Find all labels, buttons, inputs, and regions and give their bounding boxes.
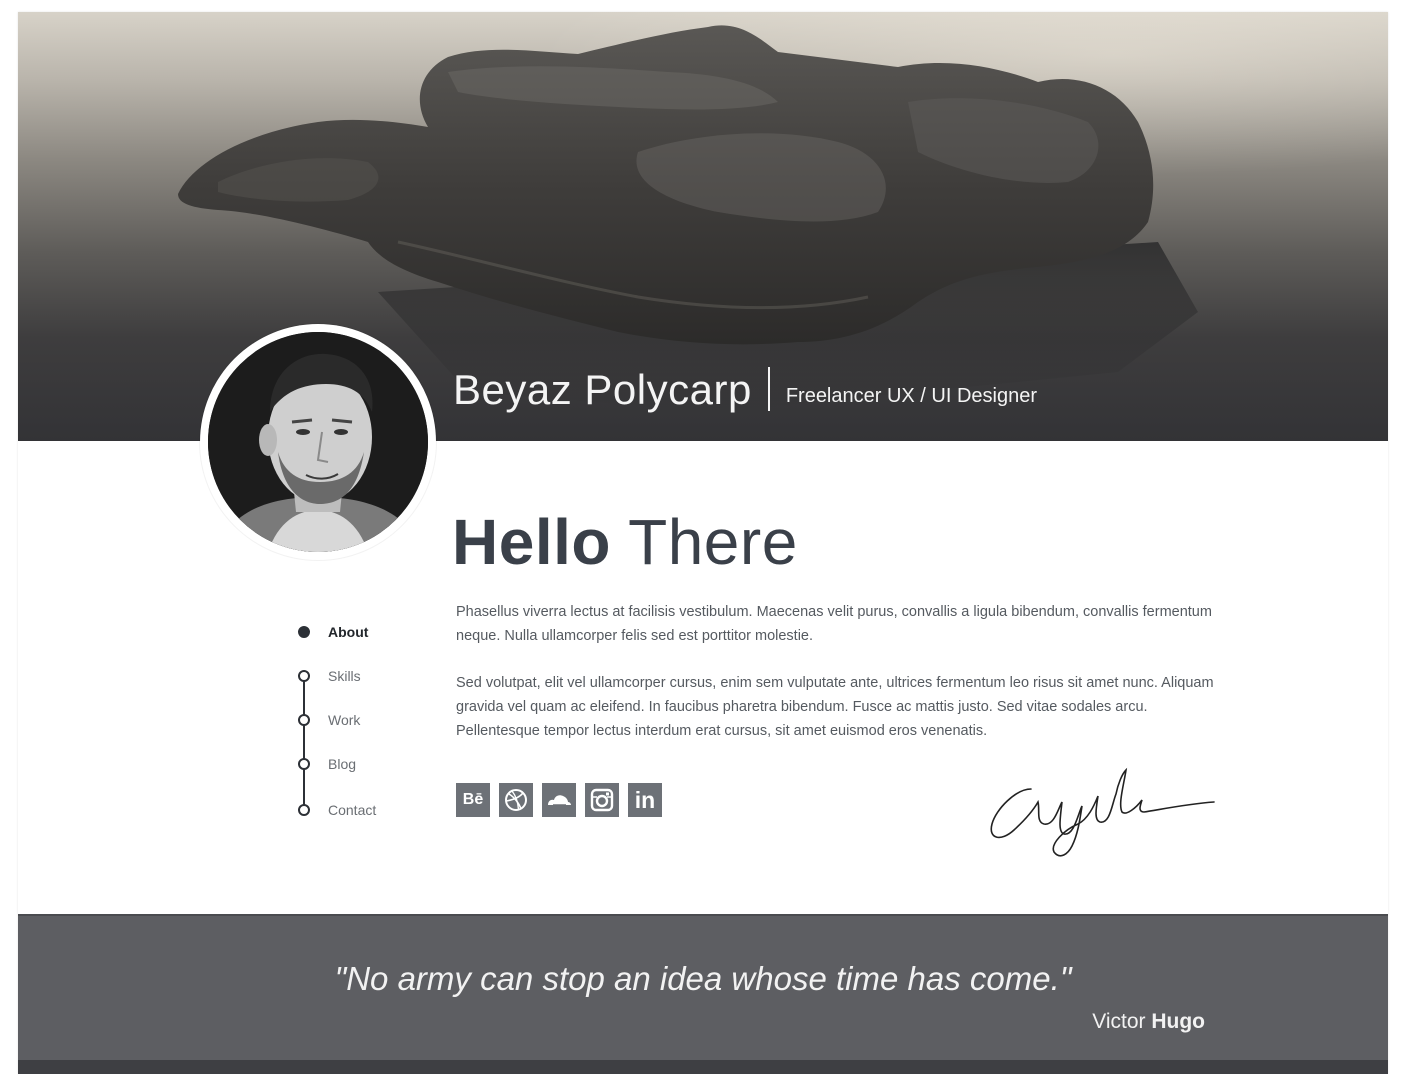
quote-author: Victor Hugo bbox=[1092, 1010, 1205, 1034]
quote-author-last: Hugo bbox=[1151, 1010, 1205, 1033]
nav-label: Skills bbox=[328, 668, 361, 684]
instagram-button[interactable] bbox=[585, 783, 619, 817]
quote-section: "No army can stop an idea whose time has… bbox=[18, 914, 1388, 1064]
nav-item-contact[interactable]: Contact bbox=[294, 800, 376, 820]
footer-band bbox=[18, 1060, 1388, 1074]
profile-name: Beyaz Polycarp bbox=[453, 366, 752, 413]
nav-dot-active-icon bbox=[298, 626, 310, 638]
nav-item-skills[interactable]: Skills bbox=[294, 666, 361, 686]
avatar bbox=[200, 324, 436, 560]
section-nav: About Skills Work Blog Contact bbox=[294, 622, 434, 832]
avatar-photo bbox=[208, 332, 428, 552]
greeting-heading: Hello There bbox=[452, 510, 798, 574]
greeting-strong: Hello bbox=[452, 506, 611, 578]
name-divider bbox=[767, 367, 770, 411]
nav-label: Blog bbox=[328, 756, 357, 772]
bio-paragraph: Sed volutpat, elit vel ullamcorper cursu… bbox=[456, 675, 1214, 739]
profile-role: Freelancer UX / UI Designer bbox=[785, 385, 1038, 407]
nav-label: Contact bbox=[328, 802, 377, 818]
portrait-image bbox=[208, 332, 428, 552]
nav-dot-icon bbox=[298, 714, 310, 726]
nav-label: Work bbox=[328, 712, 361, 728]
nav-dot-icon bbox=[298, 670, 310, 682]
quote-author-first: Victor bbox=[1092, 1010, 1146, 1033]
behance-button[interactable]: Bē bbox=[456, 783, 490, 817]
cloud-button[interactable] bbox=[542, 783, 576, 817]
linkedin-icon: in bbox=[634, 786, 656, 813]
signature-image bbox=[990, 767, 1215, 857]
nav-timeline-line bbox=[303, 674, 305, 812]
instagram-icon bbox=[590, 788, 614, 812]
identity-header: Beyaz Polycarp Freelancer UX / UI Design… bbox=[453, 367, 1037, 411]
dribbble-button[interactable] bbox=[499, 783, 533, 817]
nav-item-about[interactable]: About bbox=[294, 622, 368, 642]
profile-page: Beyaz Polycarp Freelancer UX / UI Design… bbox=[18, 12, 1388, 1074]
nav-item-blog[interactable]: Blog bbox=[294, 754, 356, 774]
greeting-light: There bbox=[628, 506, 798, 578]
cloud-icon bbox=[548, 795, 571, 806]
nav-label: About bbox=[328, 624, 369, 640]
behance-icon: Bē bbox=[462, 791, 484, 808]
nav-item-work[interactable]: Work bbox=[294, 710, 360, 730]
nav-dot-icon bbox=[298, 758, 310, 770]
quote-text: "No army can stop an idea whose time has… bbox=[334, 960, 1072, 997]
linkedin-button[interactable]: in bbox=[628, 783, 662, 817]
nav-dot-icon bbox=[298, 804, 310, 816]
social-links: Bē in bbox=[456, 783, 671, 817]
bio-paragraph: Phasellus viverra lectus at facilisis ve… bbox=[456, 604, 1212, 644]
dribbble-icon bbox=[505, 789, 527, 811]
bio-text: Phasellus viverra lectus at facilisis ve… bbox=[456, 600, 1216, 766]
